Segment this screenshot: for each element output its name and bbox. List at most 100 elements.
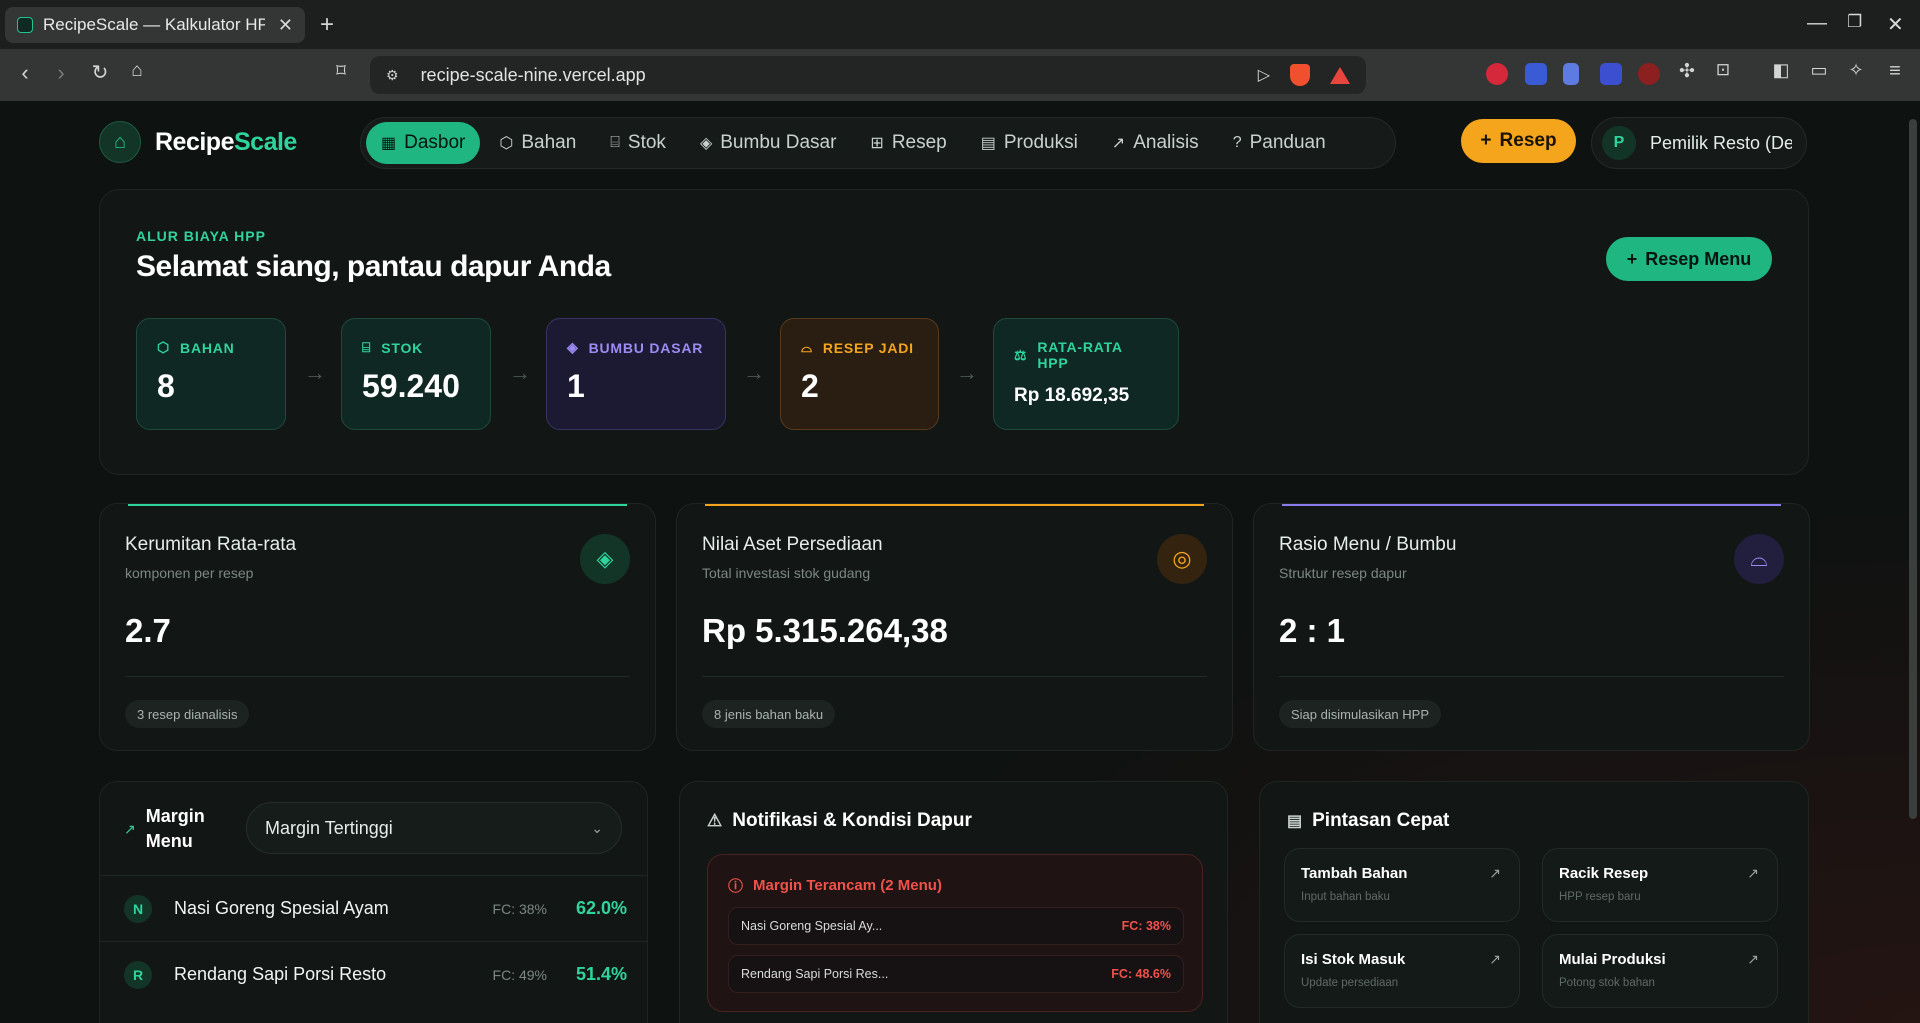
reader-icon[interactable]: ⊡ — [1709, 60, 1737, 80]
flow-card-rata-rata-hpp[interactable]: ⚖ RATA-RATA HPP Rp 18.692,35 — [993, 318, 1179, 430]
extension-youtube-icon[interactable] — [1486, 63, 1508, 85]
stat-value: Rp 5.315.264,38 — [702, 612, 948, 649]
stat-value: 2 : 1 — [1279, 612, 1346, 649]
flow-card-bumbu-dasar[interactable]: ◈ BUMBU DASAR 1 — [546, 318, 726, 430]
divider — [125, 676, 630, 677]
url-text: recipe-scale-nine.vercel.app — [420, 64, 646, 85]
browser-toolbar: ‹ › ↻ ⌂ ⌑ ⚙ recipe-scale-nine.vercel.app… — [0, 49, 1920, 101]
user-menu[interactable]: P Pemilik Resto (Demo) — [1591, 117, 1807, 169]
send-icon[interactable]: ▷ — [1258, 65, 1270, 85]
plus-icon: + — [1480, 130, 1492, 151]
list-item[interactable]: R Rendang Sapi Porsi Resto FC: 49% 51.4% — [100, 941, 647, 1007]
alert-item[interactable]: Nasi Goreng Spesial Ay... FC: 38% — [728, 907, 1184, 945]
extension-badge-icon[interactable] — [1525, 63, 1547, 85]
alert-item[interactable]: Rendang Sapi Porsi Res... FC: 48.6% — [728, 955, 1184, 993]
box-icon: ⬡ — [157, 339, 171, 355]
shortcut-stock-in[interactable]: Isi Stok Masuk Update persediaan ↗ — [1284, 934, 1520, 1008]
hero-eyebrow: ALUR BIAYA HPP — [136, 228, 266, 244]
notifications-panel: ⚠ Notifikasi & Kondisi Dapur ⓘ Margin Te… — [679, 781, 1228, 1023]
nav-bumbu-dasar[interactable]: ◈ Bumbu Dasar — [685, 122, 851, 164]
sidebar-toggle-icon[interactable]: ◧ — [1767, 60, 1795, 81]
flow-card-bahan[interactable]: ⬡ BAHAN 8 — [136, 318, 286, 430]
brave-rewards-icon[interactable] — [1330, 66, 1350, 84]
nav-panduan[interactable]: ? Panduan — [1218, 122, 1341, 164]
stat-card-complexity: Kerumitan Rata-rata komponen per resep ◈… — [99, 503, 656, 751]
coins-icon: ◎ — [1157, 534, 1207, 584]
stat-card-inventory-value: Nilai Aset Persediaan Total investasi st… — [676, 503, 1233, 751]
help-icon: ? — [1232, 134, 1242, 151]
alert-circle-icon: ⓘ — [728, 878, 744, 895]
nav-analisis[interactable]: ↗ Analisis — [1097, 122, 1214, 164]
forward-icon[interactable]: › — [47, 60, 75, 86]
layers-icon: ◈ — [699, 135, 713, 152]
scale-icon: ⚖ — [1014, 346, 1028, 363]
accent-line — [1282, 504, 1781, 506]
chef-hat-icon: ⌂ — [99, 121, 141, 163]
extensions-puzzle-icon[interactable]: ✣ — [1673, 60, 1701, 83]
new-tab-icon[interactable]: + — [320, 11, 334, 39]
window-close-icon[interactable]: ✕ — [1887, 12, 1904, 37]
margin-sort-select[interactable]: Margin Tertinggi ⌄ — [246, 802, 622, 854]
brand-logo[interactable]: ⌂ RecipeScale — [99, 121, 297, 163]
stat-value: 2.7 — [125, 612, 171, 649]
site-settings-icon[interactable]: ⚙ — [386, 67, 399, 84]
add-recipe-button[interactable]: + Resep — [1461, 119, 1576, 163]
back-icon[interactable]: ‹ — [11, 60, 39, 86]
add-menu-recipe-button[interactable]: + Resep Menu — [1606, 237, 1772, 281]
clipboard-icon: ▤ — [1287, 813, 1303, 830]
shortcut-mix-recipe[interactable]: Racik Resep HPP resep baru ↗ — [1542, 848, 1778, 922]
minimize-icon[interactable]: — — [1807, 12, 1827, 35]
browser-tab[interactable]: RecipeScale — Kalkulator HPP ✕ — [5, 7, 305, 43]
nav-dasbor[interactable]: ▦ Dasbor — [366, 122, 481, 164]
list-item[interactable]: N Nasi Goreng Spesial Ayam FC: 38% 62.0% — [100, 875, 647, 941]
layers-icon: ◈ — [580, 534, 630, 584]
arrow-right-icon: → — [743, 360, 765, 385]
avatar: P — [1602, 126, 1636, 160]
extension-ublock-icon[interactable] — [1638, 63, 1660, 85]
chef-hat-icon: ⌓ — [801, 339, 813, 355]
nav-produksi[interactable]: ▤ Produksi — [966, 122, 1093, 164]
hpp-flow-card: ALUR BIAYA HPP Selamat siang, pantau dap… — [99, 189, 1809, 475]
menu-icon[interactable]: ≡ — [1881, 60, 1909, 83]
tab-title: RecipeScale — Kalkulator HPP — [43, 15, 265, 34]
trend-icon: ↗ — [1111, 135, 1126, 152]
flow-card-stok[interactable]: ⌸ STOK 59.240 — [341, 318, 491, 430]
margin-menu-panel: ↗ Margin Menu Margin Tertinggi ⌄ N Nasi … — [99, 781, 648, 1023]
extension-bitwarden-icon[interactable] — [1600, 63, 1622, 85]
arrow-right-icon: → — [509, 360, 531, 385]
flow-card-resep-jadi[interactable]: ⌓ RESEP JADI 2 — [780, 318, 939, 430]
brave-shields-icon[interactable] — [1290, 64, 1310, 86]
shortcut-add-ingredient[interactable]: Tambah Bahan Input bahan baku ↗ — [1284, 848, 1520, 922]
arrow-up-right-icon: ↗ — [1489, 865, 1501, 881]
leo-ai-icon[interactable]: ✧ — [1842, 60, 1870, 81]
accent-line — [128, 504, 627, 506]
nav-resep[interactable]: ⊞ Resep — [855, 122, 961, 164]
extension-doc-icon[interactable] — [1563, 63, 1579, 85]
home-icon[interactable]: ⌂ — [123, 60, 151, 82]
close-tab-icon[interactable]: ✕ — [278, 15, 293, 36]
nav-bahan[interactable]: ⬡ Bahan — [484, 122, 591, 164]
stat-chip: Siap disimulasikan HPP — [1279, 700, 1442, 728]
nav-stok[interactable]: ⌸ Stok — [595, 122, 681, 164]
scrollbar[interactable] — [1909, 119, 1917, 819]
favicon-icon — [17, 17, 33, 33]
reload-icon[interactable]: ↻ — [86, 60, 114, 85]
arrow-up-right-icon: ↗ — [1489, 951, 1501, 967]
arrow-right-icon: → — [304, 360, 326, 385]
brand-name: RecipeScale — [155, 127, 297, 156]
box-icon: ⬡ — [499, 135, 514, 152]
wallet-icon[interactable]: ▭ — [1805, 60, 1833, 81]
stat-chip: 3 resep dianalisis — [125, 700, 250, 728]
warning-icon: ⚠ — [707, 811, 723, 830]
maximize-icon[interactable]: ❐ — [1847, 12, 1862, 32]
address-bar[interactable]: ⚙ recipe-scale-nine.vercel.app ▷ — [370, 56, 1366, 94]
warehouse-icon: ⌸ — [362, 339, 372, 355]
shortcut-start-production[interactable]: Mulai Produksi Potong stok bahan ↗ — [1542, 934, 1778, 1008]
stat-chip: 8 jenis bahan baku — [702, 700, 836, 728]
arrow-up-right-icon: ↗ — [1747, 951, 1759, 967]
accent-line — [705, 504, 1204, 506]
user-name: Pemilik Resto (Demo) — [1650, 132, 1792, 153]
bookmark-icon[interactable]: ⌑ — [327, 60, 355, 83]
chef-hat-icon: ⌓ — [1734, 534, 1784, 584]
top-navigation: ⌂ RecipeScale ▦ Dasbor ⬡ Bahan ⌸ Stok ◈ Bumb… — [0, 101, 1920, 181]
